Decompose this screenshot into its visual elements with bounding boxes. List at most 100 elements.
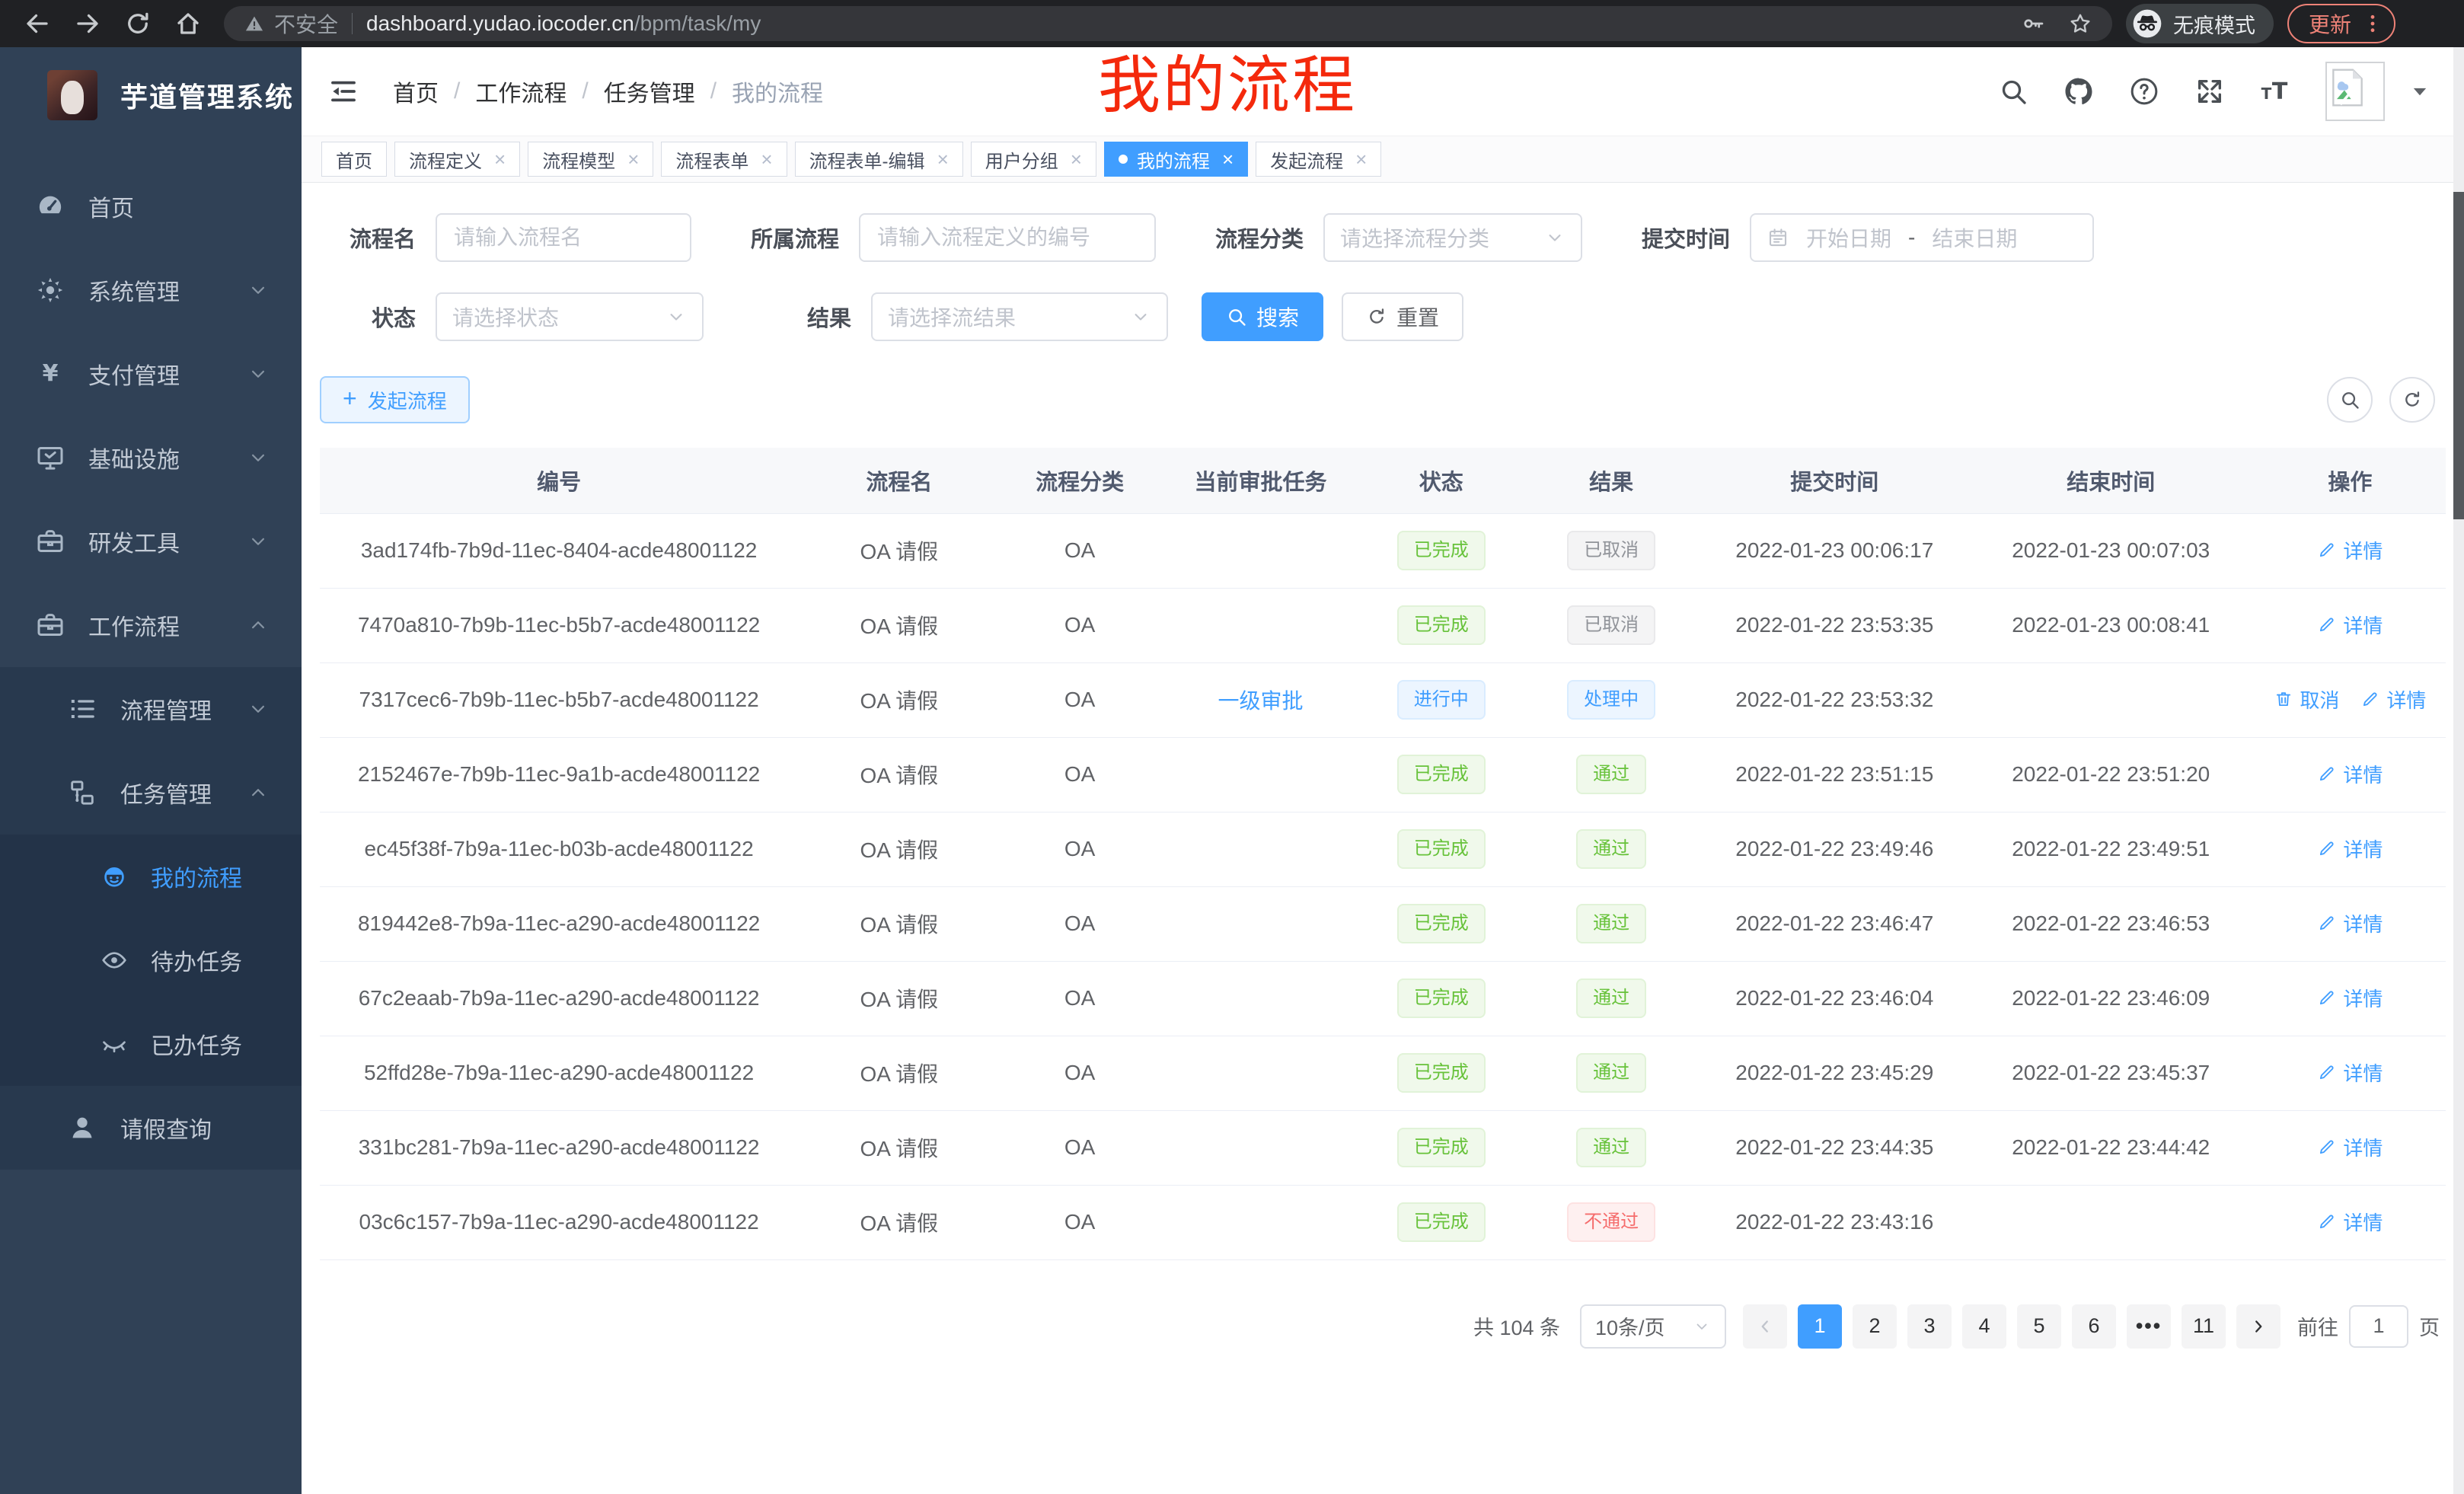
sidebar-item-infrastructure[interactable]: 基础设施 bbox=[0, 416, 302, 500]
close-icon[interactable]: × bbox=[1071, 149, 1082, 169]
show-search-button[interactable] bbox=[2327, 377, 2373, 423]
goto-page-input[interactable] bbox=[2349, 1305, 2408, 1348]
search-button[interactable]: 搜索 bbox=[1202, 292, 1323, 341]
fontsize-icon[interactable]: TT bbox=[2260, 76, 2290, 107]
tab-user-group[interactable]: 用户分组× bbox=[971, 142, 1096, 177]
status-label: 状态 bbox=[320, 301, 416, 333]
back-icon[interactable] bbox=[24, 10, 51, 37]
detail-action-link[interactable]: 详情 bbox=[2360, 685, 2426, 713]
incognito-icon bbox=[2132, 8, 2162, 39]
process-category-cell: OA bbox=[1000, 513, 1159, 588]
tab-my-process[interactable]: 我的流程× bbox=[1104, 142, 1248, 177]
scrollbar-thumb[interactable] bbox=[2453, 192, 2464, 519]
tab-process-definition[interactable]: 流程定义 × bbox=[394, 142, 520, 177]
question-icon[interactable] bbox=[2129, 76, 2159, 107]
sidebar-item-task-management[interactable]: 任务管理 bbox=[0, 751, 302, 835]
sidebar-item-label: 工作流程 bbox=[88, 608, 180, 642]
reset-button[interactable]: 重置 bbox=[1342, 292, 1463, 341]
end-time-cell bbox=[1968, 1185, 2255, 1259]
result-select[interactable]: 请选择流结果 bbox=[871, 292, 1168, 341]
close-icon[interactable]: × bbox=[494, 149, 506, 169]
detail-action-link[interactable]: 详情 bbox=[2317, 611, 2383, 639]
page-button-5[interactable]: 5 bbox=[2017, 1304, 2061, 1349]
tab-label: 流程定义 bbox=[409, 146, 482, 173]
detail-action-link[interactable]: 详情 bbox=[2317, 1208, 2383, 1236]
caret-down-icon[interactable] bbox=[2409, 81, 2430, 102]
page-button-2[interactable]: 2 bbox=[1853, 1304, 1897, 1349]
detail-action-link[interactable]: 详情 bbox=[2317, 909, 2383, 937]
detail-action-link[interactable]: 详情 bbox=[2317, 1133, 2383, 1161]
detail-action-link[interactable]: 详情 bbox=[2317, 984, 2383, 1012]
submit-time-cell: 2022-01-23 00:06:17 bbox=[1702, 513, 1968, 588]
detail-action-link[interactable]: 详情 bbox=[2317, 760, 2383, 788]
search-icon bbox=[2339, 389, 2360, 410]
close-icon[interactable]: × bbox=[1355, 149, 1367, 169]
gear-icon bbox=[35, 275, 65, 305]
chevron-down-icon bbox=[665, 306, 687, 327]
page-button-1[interactable]: 1 bbox=[1798, 1304, 1842, 1349]
page-button-6[interactable]: 6 bbox=[2072, 1304, 2116, 1349]
search-icon[interactable] bbox=[1998, 76, 2028, 107]
sidebar-item-label: 首页 bbox=[88, 190, 134, 223]
sidebar-item-todo-tasks[interactable]: 待办任务 bbox=[0, 918, 302, 1002]
process-id-cell: 03c6c157-7b9a-11ec-a290-acde48001122 bbox=[320, 1185, 798, 1259]
reload-icon[interactable] bbox=[124, 10, 152, 37]
cancel-action-link[interactable]: 取消 bbox=[2274, 685, 2339, 713]
avatar[interactable] bbox=[2325, 62, 2385, 121]
tab-home[interactable]: 首页 bbox=[321, 142, 387, 177]
detail-action-link[interactable]: 详情 bbox=[2317, 835, 2383, 863]
definition-input[interactable] bbox=[859, 213, 1156, 262]
close-icon[interactable]: × bbox=[627, 149, 639, 169]
tab-start-process[interactable]: 发起流程× bbox=[1256, 142, 1381, 177]
status-badge: 已完成 bbox=[1397, 1202, 1486, 1242]
page-button-3[interactable]: 3 bbox=[1907, 1304, 1952, 1349]
prev-page-button[interactable] bbox=[1743, 1304, 1787, 1349]
insecure-indicator[interactable]: 不安全 bbox=[244, 8, 338, 39]
detail-action-link[interactable]: 详情 bbox=[2317, 536, 2383, 564]
start-process-button[interactable]: + 发起流程 bbox=[320, 376, 470, 423]
browser-update-button[interactable]: 更新 bbox=[2287, 4, 2395, 43]
sidebar-item-payment[interactable]: ¥支付管理 bbox=[0, 332, 302, 416]
tab-process-model[interactable]: 流程模型× bbox=[528, 142, 653, 177]
github-icon[interactable] bbox=[2063, 76, 2094, 107]
next-page-button[interactable] bbox=[2236, 1304, 2280, 1349]
date-range-picker[interactable]: 开始日期 - 结束日期 bbox=[1750, 213, 2094, 262]
star-icon[interactable] bbox=[2068, 11, 2092, 36]
status-select[interactable]: 请选择状态 bbox=[436, 292, 704, 341]
address-bar[interactable]: 不安全 dashboard.yudao.iocoder.cn/bpm/task/… bbox=[224, 6, 2112, 41]
breadcrumb-item[interactable]: 首页 bbox=[393, 75, 439, 108]
forward-icon[interactable] bbox=[74, 10, 101, 37]
sidebar-item-home[interactable]: 首页 bbox=[0, 164, 302, 248]
search-label: 搜索 bbox=[1256, 302, 1299, 332]
category-select[interactable]: 请选择流程分类 bbox=[1323, 213, 1582, 262]
close-icon[interactable]: × bbox=[761, 149, 772, 169]
home-icon[interactable] bbox=[174, 10, 202, 37]
sidebar-item-my-process[interactable]: 我的流程 bbox=[0, 835, 302, 918]
page-size-select[interactable]: 10条/页 bbox=[1580, 1304, 1726, 1349]
sidebar-item-done-tasks[interactable]: 已办任务 bbox=[0, 1002, 302, 1086]
current-task-link[interactable]: 一级审批 bbox=[1218, 689, 1303, 713]
page-button-4[interactable]: 4 bbox=[1962, 1304, 2006, 1349]
breadcrumb-item[interactable]: 任务管理 bbox=[604, 75, 695, 108]
kebab-menu-icon[interactable] bbox=[2360, 11, 2385, 36]
page-button-11[interactable]: 11 bbox=[2182, 1304, 2226, 1349]
more-pages-button[interactable]: ••• bbox=[2127, 1304, 2171, 1349]
fullscreen-icon[interactable] bbox=[2194, 76, 2225, 107]
tab-process-form[interactable]: 流程表单× bbox=[661, 142, 787, 177]
sidebar-item-system[interactable]: 系统管理 bbox=[0, 248, 302, 332]
sidebar-item-leave-query[interactable]: 请假查询 bbox=[0, 1086, 302, 1170]
current-task-cell bbox=[1160, 886, 1361, 961]
close-icon[interactable]: × bbox=[1222, 149, 1234, 169]
submit-time-cell: 2022-01-22 23:46:04 bbox=[1702, 961, 1968, 1036]
detail-action-link[interactable]: 详情 bbox=[2317, 1058, 2383, 1087]
collapse-sidebar-icon[interactable] bbox=[327, 75, 359, 107]
key-icon[interactable] bbox=[2021, 11, 2045, 36]
tab-process-form-edit[interactable]: 流程表单-编辑× bbox=[795, 142, 963, 177]
sidebar-item-workflow[interactable]: 工作流程 bbox=[0, 583, 302, 667]
close-icon[interactable]: × bbox=[937, 149, 949, 169]
sidebar-item-dev-tools[interactable]: 研发工具 bbox=[0, 500, 302, 583]
name-input[interactable] bbox=[436, 213, 691, 262]
breadcrumb-item[interactable]: 工作流程 bbox=[475, 75, 567, 108]
sidebar-item-process-management[interactable]: 流程管理 bbox=[0, 667, 302, 751]
refresh-table-button[interactable] bbox=[2389, 377, 2435, 423]
